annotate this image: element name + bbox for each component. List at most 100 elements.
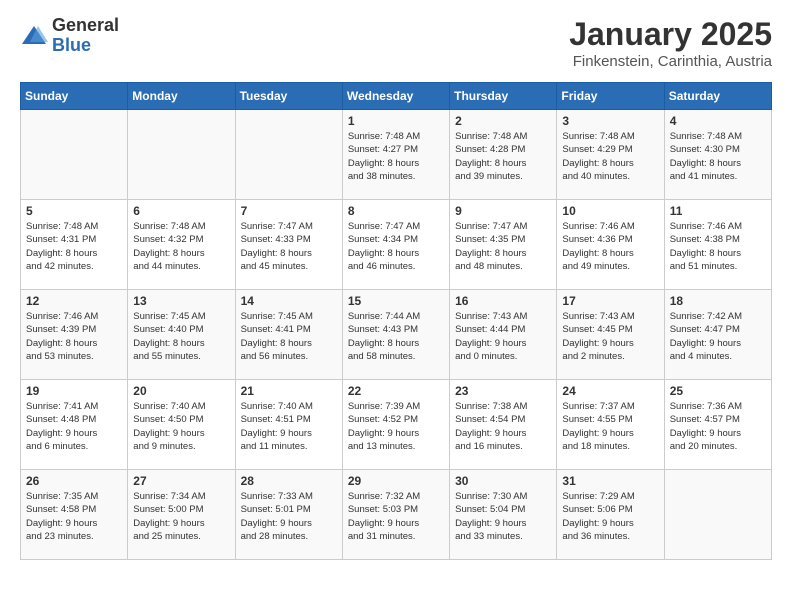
- day-info: Sunrise: 7:35 AM Sunset: 4:58 PM Dayligh…: [26, 490, 122, 543]
- day-number: 14: [241, 294, 337, 308]
- calendar-cell: 21 Sunrise: 7:40 AM Sunset: 4:51 PM Dayli…: [235, 380, 342, 470]
- day-info: Sunrise: 7:40 AM Sunset: 4:51 PM Dayligh…: [241, 400, 337, 453]
- logo-text: General Blue: [52, 16, 119, 56]
- calendar-cell: 17 Sunrise: 7:43 AM Sunset: 4:45 PM Dayli…: [557, 290, 664, 380]
- logo: General Blue: [20, 16, 119, 56]
- calendar-cell: 7 Sunrise: 7:47 AM Sunset: 4:33 PM Daylig…: [235, 200, 342, 290]
- logo-general-text: General: [52, 16, 119, 36]
- day-number: 16: [455, 294, 551, 308]
- logo-blue-text: Blue: [52, 36, 119, 56]
- day-number: 4: [670, 114, 766, 128]
- day-info: Sunrise: 7:48 AM Sunset: 4:29 PM Dayligh…: [562, 130, 658, 183]
- calendar-cell: [664, 470, 771, 560]
- day-info: Sunrise: 7:43 AM Sunset: 4:44 PM Dayligh…: [455, 310, 551, 363]
- day-number: 28: [241, 474, 337, 488]
- day-number: 6: [133, 204, 229, 218]
- calendar-cell: 15 Sunrise: 7:44 AM Sunset: 4:43 PM Dayli…: [342, 290, 449, 380]
- calendar-week-row: 5 Sunrise: 7:48 AM Sunset: 4:31 PM Daylig…: [21, 200, 772, 290]
- calendar-cell: 5 Sunrise: 7:48 AM Sunset: 4:31 PM Daylig…: [21, 200, 128, 290]
- day-info: Sunrise: 7:43 AM Sunset: 4:45 PM Dayligh…: [562, 310, 658, 363]
- calendar-cell: 31 Sunrise: 7:29 AM Sunset: 5:06 PM Dayli…: [557, 470, 664, 560]
- day-info: Sunrise: 7:39 AM Sunset: 4:52 PM Dayligh…: [348, 400, 444, 453]
- calendar-cell: 26Sunrise: 7:35 AM Sunset: 4:58 PM Dayli…: [21, 470, 128, 560]
- day-number: 10: [562, 204, 658, 218]
- weekday-header-wednesday: Wednesday: [342, 83, 449, 110]
- day-info: Sunrise: 7:48 AM Sunset: 4:28 PM Dayligh…: [455, 130, 551, 183]
- calendar-cell: 28Sunrise: 7:33 AM Sunset: 5:01 PM Dayli…: [235, 470, 342, 560]
- day-info: Sunrise: 7:47 AM Sunset: 4:35 PM Dayligh…: [455, 220, 551, 273]
- calendar-cell: 4Sunrise: 7:48 AM Sunset: 4:30 PM Daylig…: [664, 110, 771, 200]
- calendar-week-row: 19Sunrise: 7:41 AM Sunset: 4:48 PM Dayli…: [21, 380, 772, 470]
- calendar-cell: 10 Sunrise: 7:46 AM Sunset: 4:36 PM Dayli…: [557, 200, 664, 290]
- day-info: Sunrise: 7:48 AM Sunset: 4:31 PM Dayligh…: [26, 220, 122, 273]
- calendar-cell: 6 Sunrise: 7:48 AM Sunset: 4:32 PM Daylig…: [128, 200, 235, 290]
- logo-icon: [20, 22, 48, 50]
- day-info: Sunrise: 7:30 AM Sunset: 5:04 PM Dayligh…: [455, 490, 551, 543]
- calendar-cell: 14 Sunrise: 7:45 AM Sunset: 4:41 PM Dayli…: [235, 290, 342, 380]
- day-info: Sunrise: 7:46 AM Sunset: 4:38 PM Dayligh…: [670, 220, 766, 273]
- day-number: 24: [562, 384, 658, 398]
- day-info: Sunrise: 7:41 AM Sunset: 4:48 PM Dayligh…: [26, 400, 122, 453]
- weekday-header-friday: Friday: [557, 83, 664, 110]
- day-info: Sunrise: 7:47 AM Sunset: 4:34 PM Dayligh…: [348, 220, 444, 273]
- day-number: 23: [455, 384, 551, 398]
- day-number: 21: [241, 384, 337, 398]
- day-info: Sunrise: 7:29 AM Sunset: 5:06 PM Dayligh…: [562, 490, 658, 543]
- day-number: 22: [348, 384, 444, 398]
- calendar-cell: 22 Sunrise: 7:39 AM Sunset: 4:52 PM Dayli…: [342, 380, 449, 470]
- calendar-cell: 12Sunrise: 7:46 AM Sunset: 4:39 PM Dayli…: [21, 290, 128, 380]
- calendar-cell: 29Sunrise: 7:32 AM Sunset: 5:03 PM Dayli…: [342, 470, 449, 560]
- header: General Blue January 2025 Finkenstein, C…: [20, 16, 772, 70]
- day-number: 11: [670, 204, 766, 218]
- day-info: Sunrise: 7:37 AM Sunset: 4:55 PM Dayligh…: [562, 400, 658, 453]
- calendar-cell: [128, 110, 235, 200]
- weekday-header-row: SundayMondayTuesdayWednesdayThursdayFrid…: [21, 83, 772, 110]
- day-number: 13: [133, 294, 229, 308]
- day-number: 7: [241, 204, 337, 218]
- calendar-cell: 2 Sunrise: 7:48 AM Sunset: 4:28 PM Daylig…: [450, 110, 557, 200]
- day-number: 2: [455, 114, 551, 128]
- weekday-header-tuesday: Tuesday: [235, 83, 342, 110]
- weekday-header-monday: Monday: [128, 83, 235, 110]
- day-number: 27: [133, 474, 229, 488]
- calendar-header: SundayMondayTuesdayWednesdayThursdayFrid…: [21, 83, 772, 110]
- day-info: Sunrise: 7:46 AM Sunset: 4:39 PM Dayligh…: [26, 310, 122, 363]
- day-number: 15: [348, 294, 444, 308]
- day-info: Sunrise: 7:36 AM Sunset: 4:57 PM Dayligh…: [670, 400, 766, 453]
- calendar-cell: 9Sunrise: 7:47 AM Sunset: 4:35 PM Daylig…: [450, 200, 557, 290]
- day-number: 8: [348, 204, 444, 218]
- day-number: 17: [562, 294, 658, 308]
- day-info: Sunrise: 7:38 AM Sunset: 4:54 PM Dayligh…: [455, 400, 551, 453]
- day-number: 1: [348, 114, 444, 128]
- calendar-cell: 27 Sunrise: 7:34 AM Sunset: 5:00 PM Dayli…: [128, 470, 235, 560]
- title-section: January 2025 Finkenstein, Carinthia, Aus…: [569, 16, 772, 70]
- calendar-table: SundayMondayTuesdayWednesdayThursdayFrid…: [20, 82, 772, 560]
- day-number: 18: [670, 294, 766, 308]
- calendar-cell: [235, 110, 342, 200]
- calendar-week-row: 1Sunrise: 7:48 AM Sunset: 4:27 PM Daylig…: [21, 110, 772, 200]
- day-number: 5: [26, 204, 122, 218]
- day-info: Sunrise: 7:46 AM Sunset: 4:36 PM Dayligh…: [562, 220, 658, 273]
- weekday-header-thursday: Thursday: [450, 83, 557, 110]
- day-number: 31: [562, 474, 658, 488]
- location: Finkenstein, Carinthia, Austria: [569, 53, 772, 70]
- day-info: Sunrise: 7:32 AM Sunset: 5:03 PM Dayligh…: [348, 490, 444, 543]
- calendar-cell: 18Sunrise: 7:42 AM Sunset: 4:47 PM Dayli…: [664, 290, 771, 380]
- day-info: Sunrise: 7:47 AM Sunset: 4:33 PM Dayligh…: [241, 220, 337, 273]
- day-number: 20: [133, 384, 229, 398]
- day-info: Sunrise: 7:45 AM Sunset: 4:41 PM Dayligh…: [241, 310, 337, 363]
- calendar-cell: 13 Sunrise: 7:45 AM Sunset: 4:40 PM Dayli…: [128, 290, 235, 380]
- day-info: Sunrise: 7:44 AM Sunset: 4:43 PM Dayligh…: [348, 310, 444, 363]
- calendar-cell: 24 Sunrise: 7:37 AM Sunset: 4:55 PM Dayli…: [557, 380, 664, 470]
- calendar-cell: 1Sunrise: 7:48 AM Sunset: 4:27 PM Daylig…: [342, 110, 449, 200]
- day-info: Sunrise: 7:40 AM Sunset: 4:50 PM Dayligh…: [133, 400, 229, 453]
- calendar-cell: 30Sunrise: 7:30 AM Sunset: 5:04 PM Dayli…: [450, 470, 557, 560]
- month-title: January 2025: [569, 16, 772, 53]
- calendar-cell: 3Sunrise: 7:48 AM Sunset: 4:29 PM Daylig…: [557, 110, 664, 200]
- day-info: Sunrise: 7:34 AM Sunset: 5:00 PM Dayligh…: [133, 490, 229, 543]
- day-info: Sunrise: 7:48 AM Sunset: 4:32 PM Dayligh…: [133, 220, 229, 273]
- calendar-cell: 11 Sunrise: 7:46 AM Sunset: 4:38 PM Dayli…: [664, 200, 771, 290]
- calendar-week-row: 26Sunrise: 7:35 AM Sunset: 4:58 PM Dayli…: [21, 470, 772, 560]
- weekday-header-saturday: Saturday: [664, 83, 771, 110]
- day-info: Sunrise: 7:45 AM Sunset: 4:40 PM Dayligh…: [133, 310, 229, 363]
